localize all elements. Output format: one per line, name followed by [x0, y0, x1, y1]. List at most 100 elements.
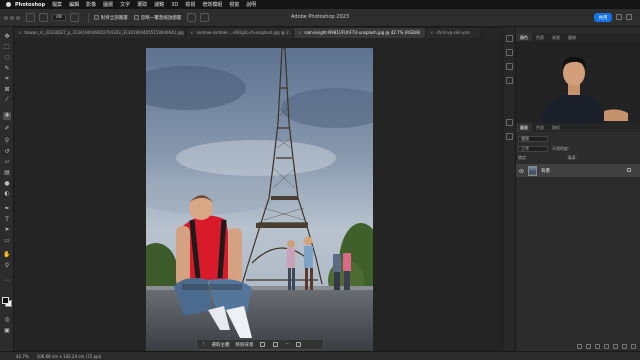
- move-tool-icon[interactable]: ✥: [3, 33, 11, 41]
- menu-edit[interactable]: 編輯: [69, 1, 79, 8]
- zoom-tool-icon[interactable]: ⚲: [3, 262, 11, 270]
- menu-layer[interactable]: 圖層: [103, 1, 113, 8]
- adjust-icon[interactable]: [272, 342, 278, 347]
- search-icon[interactable]: [616, 14, 622, 20]
- quick-mask-icon[interactable]: ◎: [3, 316, 11, 324]
- blend-row: 正常 不透明度:: [518, 145, 569, 152]
- tab-paths[interactable]: 路徑: [548, 123, 564, 132]
- eyedropper-tool-icon[interactable]: ⁄: [3, 96, 11, 104]
- fill-label: 填滿:: [567, 154, 577, 160]
- history-panel-icon[interactable]: [506, 35, 513, 42]
- zoom-window-icon[interactable]: [16, 15, 20, 20]
- app-menu[interactable]: Photoshop: [15, 2, 45, 8]
- libraries-panel-icon[interactable]: [506, 77, 513, 84]
- visibility-eye-icon[interactable]: [519, 169, 524, 173]
- brush-tool-icon[interactable]: ✐: [3, 125, 11, 133]
- menu-plugins[interactable]: 增效模組: [202, 1, 222, 8]
- close-window-icon[interactable]: [4, 15, 8, 20]
- layer-name[interactable]: 背景: [541, 168, 550, 174]
- hand-tool-icon[interactable]: ✋: [3, 251, 11, 259]
- mask-icon[interactable]: [595, 343, 600, 349]
- link-layers-icon[interactable]: [577, 343, 582, 349]
- ignore-adjustment-checkbox[interactable]: [133, 15, 139, 20]
- apple-icon[interactable]: [6, 2, 11, 7]
- eraser-tool-icon[interactable]: ▱: [3, 158, 11, 166]
- close-tab-icon[interactable]: ×: [430, 30, 433, 35]
- foreground-color-swatch[interactable]: [2, 297, 9, 304]
- document-image[interactable]: [146, 48, 373, 351]
- shape-tool-icon[interactable]: ▭: [3, 237, 11, 245]
- document-info[interactable]: 106.68 cm x 142.24 cm (72 ppi): [37, 354, 102, 359]
- sample-all-layers-label: 對齊全部圖層: [100, 15, 128, 21]
- fx-icon[interactable]: [586, 343, 591, 349]
- layer-kind-filter[interactable]: 種類: [518, 135, 548, 142]
- blend-mode-select[interactable]: 正常: [518, 145, 548, 152]
- share-button[interactable]: 共用: [594, 13, 612, 22]
- healing-brush-tool-icon[interactable]: ✚: [3, 112, 11, 120]
- marquee-tool-icon[interactable]: ⬚: [3, 43, 11, 51]
- menu-help[interactable]: 說明: [246, 1, 256, 8]
- transform-icon[interactable]: [259, 342, 265, 347]
- tab-channels[interactable]: 色版: [532, 123, 548, 132]
- adjustments-panel-icon[interactable]: [506, 63, 513, 70]
- type-tool-icon[interactable]: T: [3, 216, 11, 224]
- layer-row-background[interactable]: 背景: [516, 164, 640, 177]
- menu-type[interactable]: 文字: [120, 1, 130, 8]
- menu-filter[interactable]: 濾鏡: [154, 1, 164, 8]
- menu-window[interactable]: 視窗: [229, 1, 239, 8]
- new-layer-icon[interactable]: [622, 343, 627, 349]
- properties-panel-icon[interactable]: [506, 49, 513, 56]
- select-subject-button[interactable]: 選取主體: [212, 342, 230, 348]
- layers-footer: [516, 341, 640, 351]
- tab-document-4[interactable]: × chris-vp-skin-pro: [426, 28, 482, 38]
- adjustment-layer-icon[interactable]: [604, 343, 609, 349]
- screen-mode-icon[interactable]: ▣: [3, 327, 11, 335]
- brush-settings-icon[interactable]: [69, 13, 79, 22]
- cancel-icon[interactable]: [187, 13, 197, 22]
- settings-icon[interactable]: [295, 342, 301, 347]
- workspace-icon[interactable]: [626, 14, 632, 20]
- tab-document-1[interactable]: × taiwan_rc_20230627_p_313419044904270430…: [14, 28, 186, 38]
- trash-icon[interactable]: [631, 343, 636, 349]
- more-options-button[interactable]: ···: [286, 342, 290, 347]
- lock-row: 鎖定: 填滿:: [518, 154, 577, 161]
- paragraph-panel-icon[interactable]: [506, 133, 513, 140]
- size-field[interactable]: 48: [52, 14, 66, 21]
- tab-label: andrew-kambel-...x92Ig1LvY-unsplash.jpg …: [196, 30, 293, 35]
- top-right-icons: [616, 14, 632, 20]
- tab-layers[interactable]: 圖層: [516, 123, 532, 132]
- tab-document-active[interactable]: × sam-knight-N981UFUhF7U-unsplash.jpg @ 4…: [294, 28, 426, 38]
- menu-file[interactable]: 檔案: [52, 1, 62, 8]
- home-icon[interactable]: [26, 13, 35, 22]
- group-icon[interactable]: [613, 343, 618, 349]
- character-panel-icon[interactable]: [506, 119, 513, 126]
- drag-handle-icon[interactable]: ⋮: [201, 342, 206, 347]
- dodge-tool-icon[interactable]: ◐: [3, 190, 11, 198]
- commit-check-icon[interactable]: [200, 13, 210, 22]
- crop-tool-icon[interactable]: ⌗: [3, 75, 11, 83]
- minimize-window-icon[interactable]: [10, 15, 14, 20]
- close-tab-icon[interactable]: ×: [18, 30, 21, 35]
- close-tab-icon[interactable]: ×: [190, 30, 193, 35]
- quick-select-tool-icon[interactable]: ✎: [3, 65, 11, 73]
- menu-3d[interactable]: 3D: [171, 2, 178, 8]
- pen-tool-icon[interactable]: ✒: [3, 205, 11, 213]
- layers-panel-tabs: 圖層 色版 路徑: [516, 123, 640, 132]
- frame-tool-icon[interactable]: ⊠: [3, 86, 11, 94]
- menu-image[interactable]: 影像: [86, 1, 96, 8]
- menu-select[interactable]: 選取: [137, 1, 147, 8]
- clone-stamp-tool-icon[interactable]: ⚲: [3, 137, 11, 145]
- path-select-tool-icon[interactable]: ➤: [3, 226, 11, 234]
- sample-all-layers-checkbox[interactable]: [93, 15, 99, 20]
- remove-background-button[interactable]: 移除背景: [236, 342, 254, 348]
- gradient-tool-icon[interactable]: ▤: [3, 169, 11, 177]
- brush-preset-icon[interactable]: [39, 13, 48, 22]
- lasso-tool-icon[interactable]: ◌: [3, 54, 11, 62]
- close-tab-icon[interactable]: ×: [298, 30, 301, 35]
- menu-view[interactable]: 檢視: [185, 1, 195, 8]
- blur-tool-icon[interactable]: ●: [3, 180, 11, 188]
- tab-document-2[interactable]: × andrew-kambel-...x92Ig1LvY-unsplash.jpg…: [186, 28, 294, 38]
- edit-toolbar-icon[interactable]: ⋯: [3, 277, 11, 285]
- zoom-level[interactable]: 42.7%: [16, 354, 29, 359]
- history-brush-tool-icon[interactable]: ↺: [3, 148, 11, 156]
